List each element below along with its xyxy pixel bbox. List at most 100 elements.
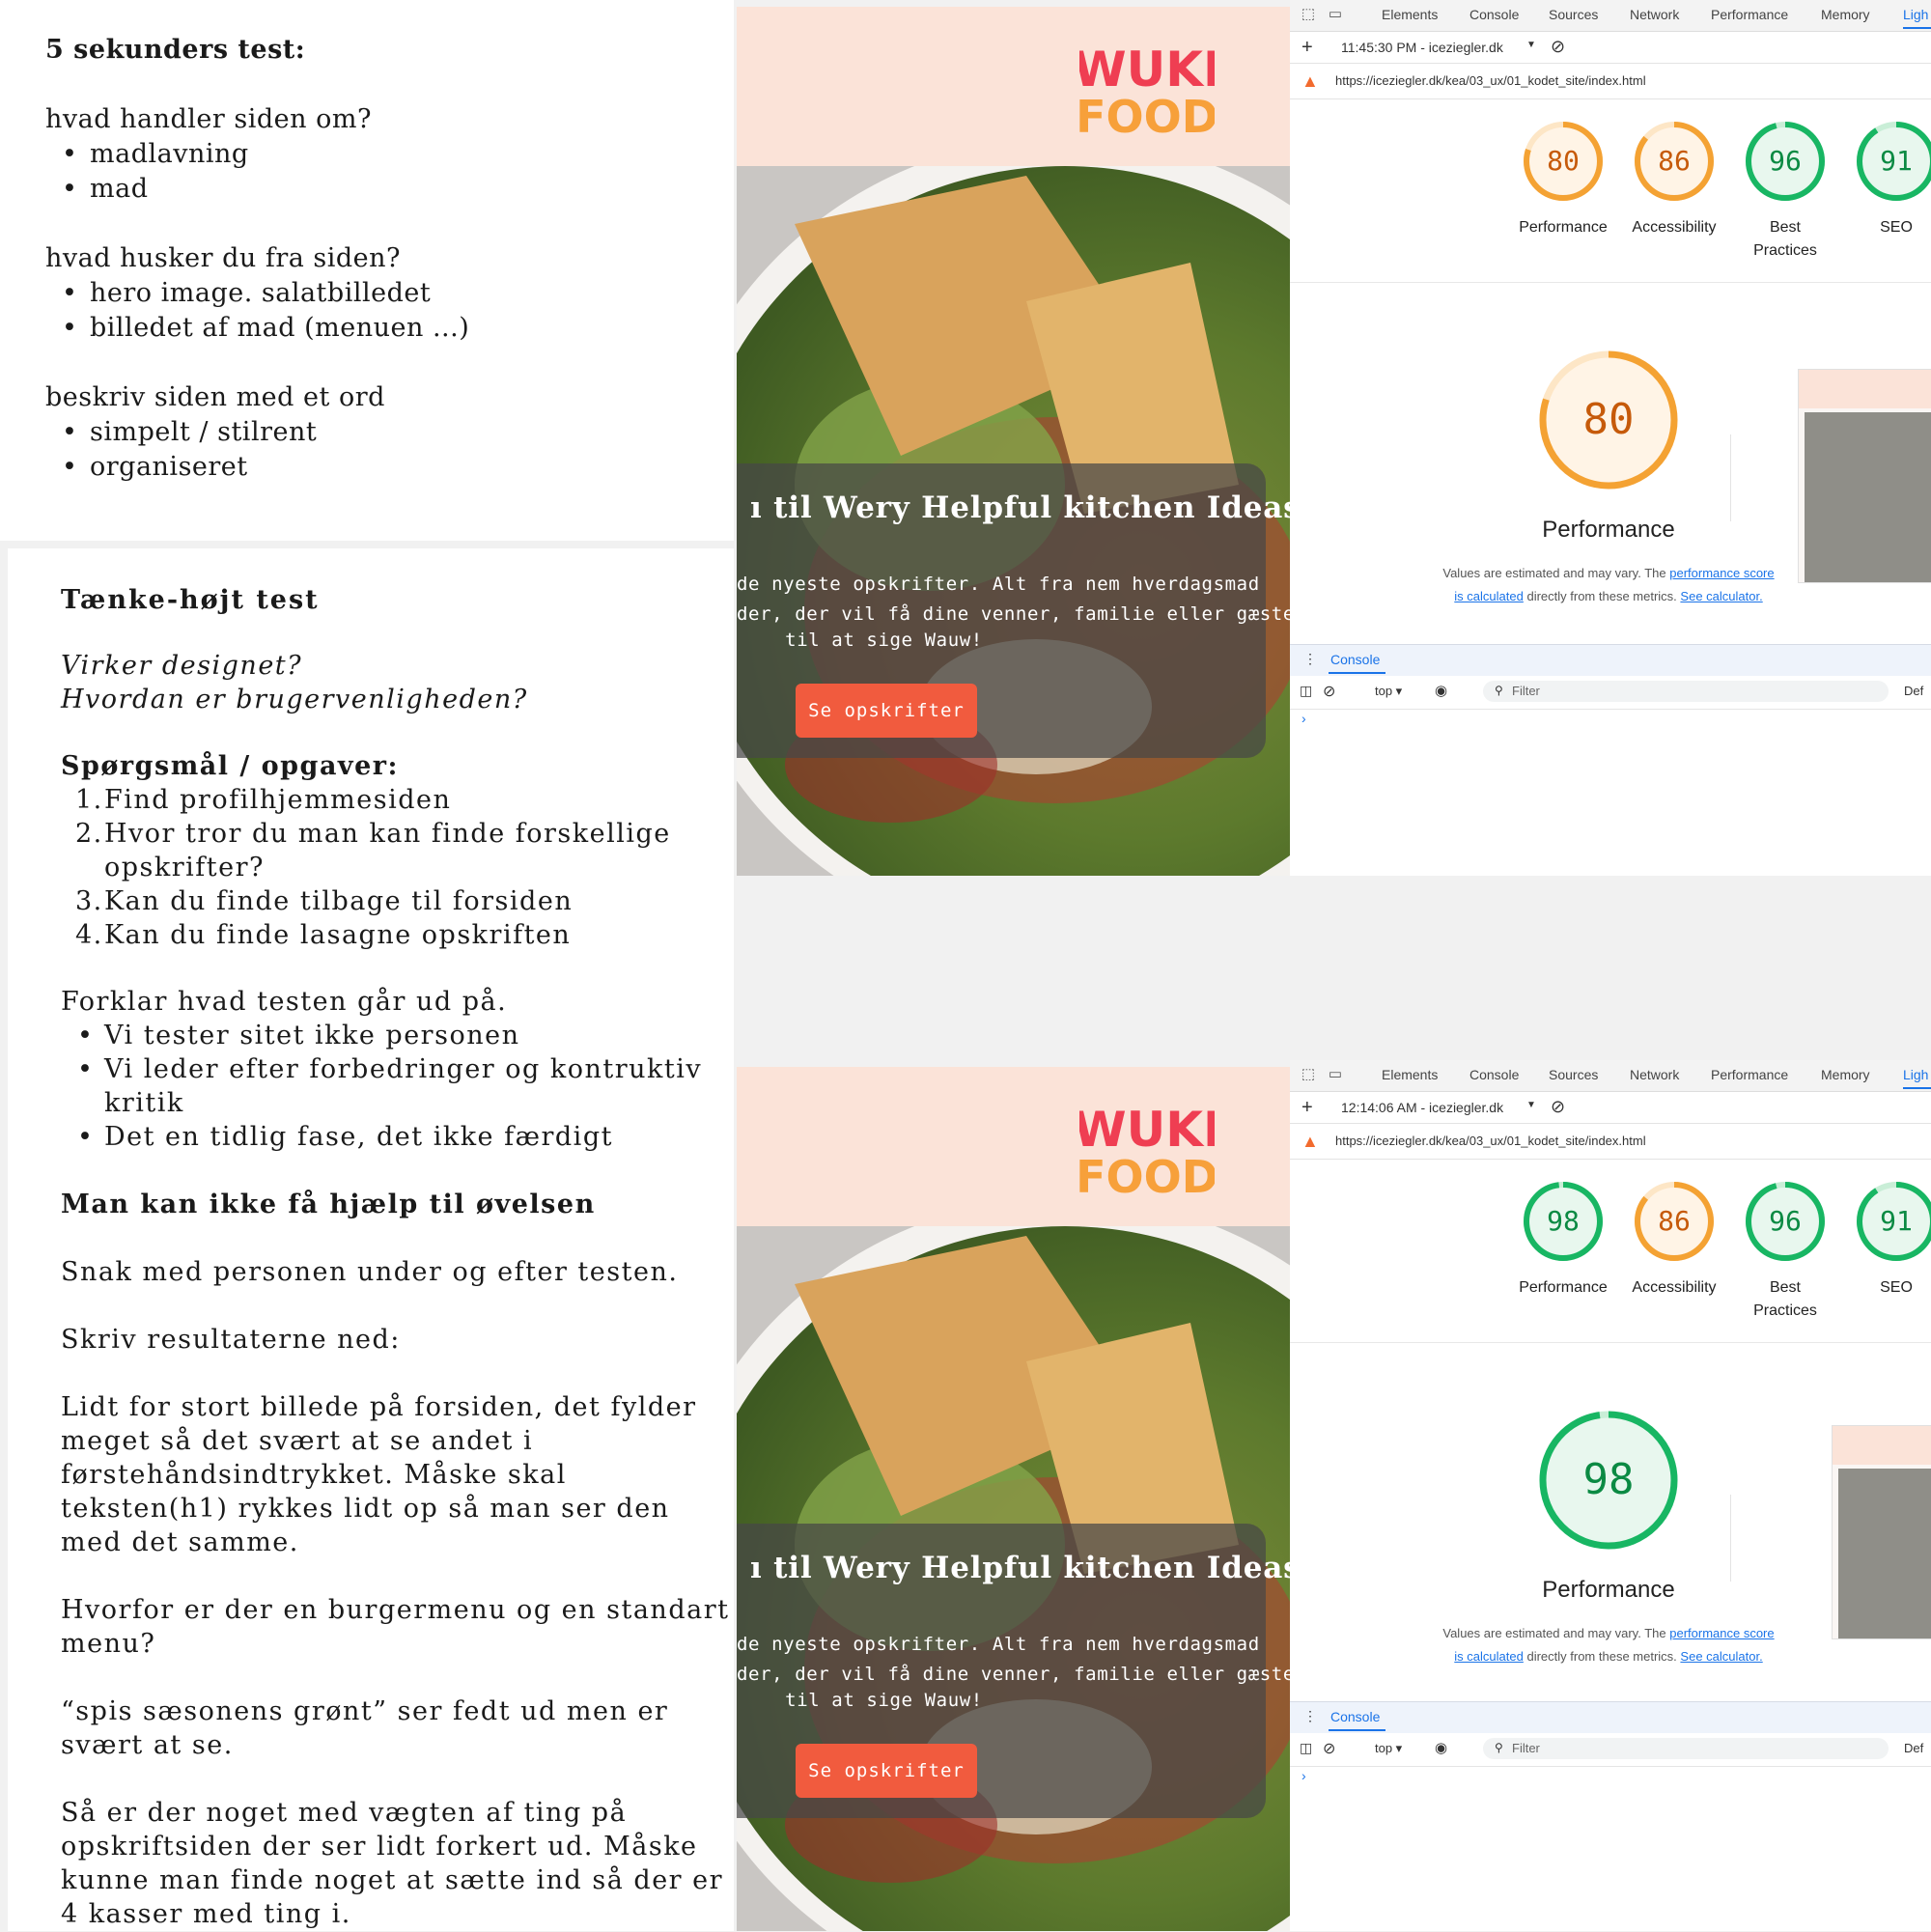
default-levels-select[interactable]: Def (1904, 1741, 1923, 1755)
gauge-label: Performance (1519, 1279, 1608, 1296)
tab-performance[interactable]: Performance (1711, 1067, 1788, 1082)
context-select[interactable]: top ▾ (1375, 684, 1402, 699)
tab-network[interactable]: Network (1630, 7, 1679, 22)
chevron-down-icon[interactable]: ▼ (1526, 40, 1536, 50)
inspect-icon[interactable]: ⬚ (1300, 1066, 1317, 1083)
tab-network[interactable]: Network (1630, 1067, 1679, 1082)
clear-console-icon[interactable]: ⊘ (1323, 682, 1335, 701)
task-item-cont: opskrifter? (104, 853, 266, 882)
clear-icon[interactable]: ⊘ (1551, 37, 1565, 57)
console-drawer-tab[interactable]: Console (1328, 1709, 1386, 1731)
tab-console[interactable]: Console (1469, 7, 1519, 22)
is-calculated-link[interactable]: is calculated (1454, 1649, 1524, 1664)
tab-performance[interactable]: Performance (1711, 7, 1788, 22)
gauge-value: 96 (1769, 145, 1802, 177)
clear-console-icon[interactable]: ⊘ (1323, 1739, 1335, 1758)
add-report-icon[interactable]: + (1301, 37, 1313, 59)
filter-icon: ⚲ (1495, 684, 1503, 697)
chevron-down-icon[interactable]: ▼ (1526, 1100, 1536, 1110)
gauge-best-practices[interactable]: 96 Best Practices (1722, 1180, 1848, 1323)
sidebar-toggle-icon[interactable]: ◫ (1300, 683, 1312, 699)
notes-five-second-test: 5 sekunders test: hvad handler siden om?… (0, 0, 734, 541)
gauge-performance[interactable]: 98 Performance (1500, 1180, 1626, 1300)
tab-sources[interactable]: Sources (1549, 1067, 1598, 1082)
task-item: Hvor tror du man kan finde forskellige (104, 819, 671, 849)
lighthouse-icon: ▲ (1301, 1132, 1319, 1151)
more-options-icon[interactable]: ⋮ (1303, 651, 1317, 667)
context-select[interactable]: top ▾ (1375, 1741, 1402, 1756)
task-item: Kan du finde tilbage til forsiden (104, 886, 574, 916)
page-screenshot-thumbnail[interactable] (1798, 369, 1931, 583)
gauge-best-practices[interactable]: 96 Best Practices (1722, 120, 1848, 263)
gauge-accessibility[interactable]: 86 Accessibility (1611, 120, 1737, 239)
answer-item: mad (90, 174, 149, 204)
inspect-icon[interactable]: ⬚ (1300, 6, 1317, 23)
gauge-seo[interactable]: 91 SEO (1833, 120, 1931, 239)
see-calculator-link[interactable]: See calculator. (1680, 1649, 1762, 1664)
score-gauges: 98 Performance 86 Accessibility 96 Best … (1290, 1159, 1931, 1343)
console-prompt-icon[interactable]: › (1301, 1768, 1306, 1783)
bullet: • (77, 1054, 93, 1084)
report-selector-row: + 11:45:30 PM - iceziegler.dk ▼ ⊘ (1290, 32, 1931, 64)
website-preview-1: WUKI FOOD ı til Wery Helpful kitchen Ide… (737, 7, 1290, 876)
answer-item: madlavning (90, 139, 249, 169)
tab-lighthouse[interactable]: Ligh (1903, 1067, 1931, 1089)
console-drawer-tab[interactable]: Console (1328, 652, 1386, 674)
hero-text-line: til at sige Wauw! (785, 1690, 983, 1711)
answer-item: organiseret (90, 452, 248, 482)
gauge-performance[interactable]: 80 Performance (1500, 120, 1626, 239)
note-text: directly from these metrics. (1526, 589, 1677, 603)
console-prompt-icon[interactable]: › (1301, 711, 1306, 726)
tab-lighthouse[interactable]: Ligh (1903, 7, 1931, 29)
device-toolbar-icon[interactable]: ▭ (1327, 1066, 1344, 1083)
tab-elements[interactable]: Elements (1382, 7, 1438, 22)
report-time-select[interactable]: 11:45:30 PM - iceziegler.dk (1341, 40, 1503, 55)
report-time-select[interactable]: 12:14:06 AM - iceziegler.dk (1341, 1100, 1503, 1115)
add-report-icon[interactable]: + (1301, 1097, 1313, 1119)
explain-item: Vi tester sitet ikke personen (104, 1021, 520, 1050)
eye-icon[interactable]: ◉ (1435, 1739, 1447, 1756)
explain-item-cont: kritik (104, 1088, 184, 1118)
svg-text:WUKI: WUKI (1079, 42, 1215, 98)
gauge-accessibility[interactable]: 86 Accessibility (1611, 1180, 1737, 1300)
clear-icon[interactable]: ⊘ (1551, 1097, 1565, 1117)
console-drawer-bar: ⋮ Console (1290, 1701, 1931, 1733)
performance-note: Values are estimated and may vary. The p… (1435, 1622, 1782, 1668)
hero-overlay: ı til Wery Helpful kitchen Ideas de nyes… (737, 463, 1290, 758)
note-text: Values are estimated and may vary. The (1442, 566, 1666, 580)
page-screenshot-thumbnail[interactable] (1832, 1425, 1931, 1639)
device-toolbar-icon[interactable]: ▭ (1327, 6, 1344, 23)
site-header: WUKI FOOD (737, 7, 1290, 166)
result-line: opskriftsiden der ser lidt forkert ud. M… (61, 1832, 698, 1862)
note-text: directly from these metrics. (1526, 1649, 1677, 1664)
hero-heading: ı til Wery Helpful kitchen Ideas (750, 1551, 1290, 1585)
tab-console[interactable]: Console (1469, 1067, 1519, 1082)
tab-sources[interactable]: Sources (1549, 7, 1598, 22)
audited-url[interactable]: https://iceziegler.dk/kea/03_ux/01_kodet… (1335, 73, 1646, 88)
performance-score-link[interactable]: performance score (1669, 1626, 1774, 1640)
tab-elements[interactable]: Elements (1382, 1067, 1438, 1082)
performance-score-link[interactable]: performance score (1669, 566, 1774, 580)
hero-text-line: der, der vil få dine venner, familie ell… (737, 603, 1290, 625)
divider (1730, 434, 1731, 521)
see-calculator-link[interactable]: See calculator. (1680, 589, 1762, 603)
see-recipes-button[interactable]: Se opskrifter (796, 684, 977, 738)
gauge-value: 91 (1880, 145, 1913, 177)
audited-url[interactable]: https://iceziegler.dk/kea/03_ux/01_kodet… (1335, 1134, 1646, 1148)
gauge-label: Best Practices (1753, 1279, 1817, 1319)
default-levels-select[interactable]: Def (1904, 684, 1923, 698)
eye-icon[interactable]: ◉ (1435, 682, 1447, 699)
task-number: 3. (75, 886, 103, 916)
report-selector-row: + 12:14:06 AM - iceziegler.dk ▼ ⊘ (1290, 1092, 1931, 1124)
console-filter-input[interactable]: ⚲ Filter (1483, 1738, 1889, 1759)
see-recipes-button[interactable]: Se opskrifter (796, 1744, 977, 1798)
gauge-seo[interactable]: 91 SEO (1833, 1180, 1931, 1300)
tab-memory[interactable]: Memory (1821, 1067, 1870, 1082)
more-options-icon[interactable]: ⋮ (1303, 1708, 1317, 1724)
console-filter-input[interactable]: ⚲ Filter (1483, 681, 1889, 702)
tab-memory[interactable]: Memory (1821, 7, 1870, 22)
result-line: kunne man finde noget at sætte ind så de… (61, 1865, 724, 1895)
sidebar-toggle-icon[interactable]: ◫ (1300, 1740, 1312, 1756)
gauge-label: Best Practices (1753, 219, 1817, 259)
is-calculated-link[interactable]: is calculated (1454, 589, 1524, 603)
